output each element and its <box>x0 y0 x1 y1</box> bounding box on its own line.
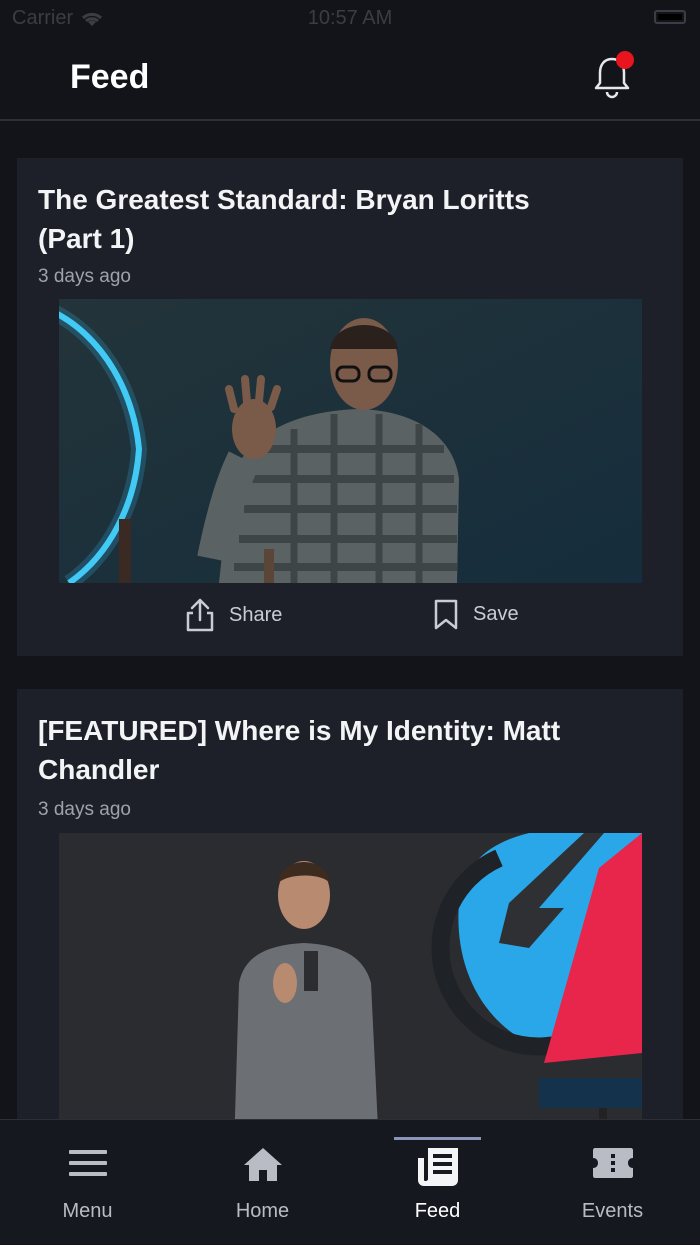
save-label: Save <box>473 602 519 625</box>
tab-feed[interactable]: Feed <box>350 1120 525 1245</box>
feed-card[interactable]: The Greatest Standard: Bryan Loritts (Pa… <box>17 158 683 656</box>
share-label: Share <box>229 603 283 626</box>
share-icon <box>186 598 214 632</box>
tab-label: Home <box>235 1200 290 1222</box>
save-button[interactable]: Save <box>433 598 519 630</box>
feed-card-time: 3 days ago <box>38 799 131 820</box>
page-title: Feed <box>70 58 150 96</box>
tab-events[interactable]: Events <box>525 1120 700 1245</box>
home-icon <box>243 1148 282 1181</box>
feed-card[interactable]: [FEATURED] Where is My Identity: Matt Ch… <box>17 689 683 1149</box>
tab-label: Menu <box>62 1200 113 1222</box>
bottom-tab-bar: Menu Home Feed Events <box>0 1119 700 1244</box>
bookmark-icon <box>434 599 458 630</box>
tab-menu[interactable]: Menu <box>0 1120 175 1245</box>
share-button[interactable]: Share <box>185 598 282 632</box>
header-divider <box>0 119 700 121</box>
video-thumbnail[interactable] <box>59 299 642 583</box>
speaker-photo <box>59 833 642 1149</box>
menu-icon <box>68 1150 107 1176</box>
speaker-photo <box>59 299 642 583</box>
tab-label: Events <box>581 1200 644 1222</box>
ticket-icon <box>592 1148 633 1178</box>
feed-card-title[interactable]: [FEATURED] Where is My Identity: Matt Ch… <box>38 711 598 789</box>
status-time: 10:57 AM <box>307 7 393 29</box>
status-bar: Carrier 10:57 AM <box>0 0 700 36</box>
card-actions: Share Save <box>17 598 683 636</box>
battery-icon <box>654 10 686 24</box>
tab-label: Feed <box>414 1200 461 1222</box>
feed-card-title[interactable]: The Greatest Standard: Bryan Loritts (Pa… <box>38 180 598 258</box>
video-thumbnail[interactable] <box>59 833 642 1149</box>
tab-home[interactable]: Home <box>175 1120 350 1245</box>
notification-badge <box>616 51 634 69</box>
feed-card-time: 3 days ago <box>38 266 131 287</box>
feed-icon <box>417 1148 458 1186</box>
